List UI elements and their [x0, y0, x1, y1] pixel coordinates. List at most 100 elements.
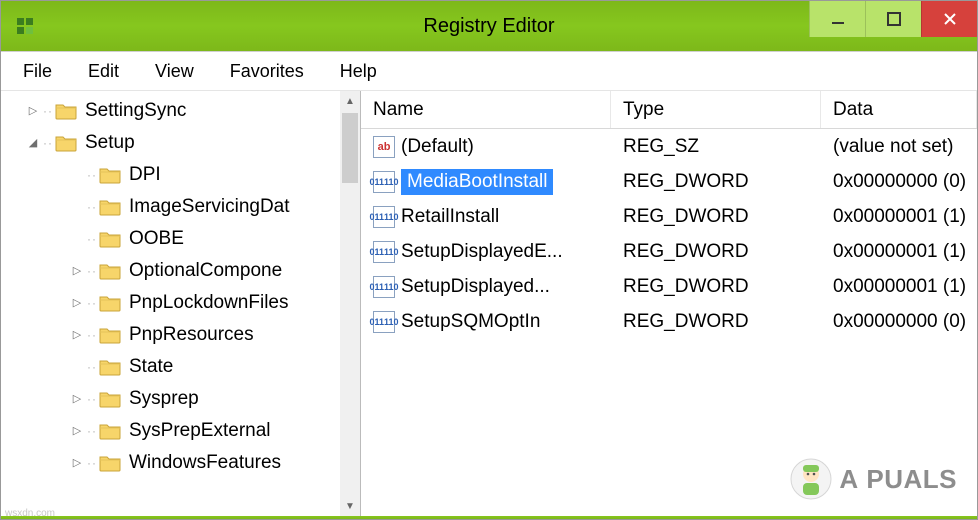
list-row[interactable]: 011110SetupDisplayed...REG_DWORD0x000000…	[361, 269, 977, 304]
tree-item-label: SysPrepExternal	[129, 415, 271, 447]
list-rows: ab(Default)REG_SZ(value not set)011110Me…	[361, 129, 977, 339]
folder-icon	[99, 166, 121, 184]
expander-closed-icon[interactable]: ▷	[69, 255, 85, 287]
folder-icon	[99, 262, 121, 280]
tree-item[interactable]: ▷·· PnpLockdownFiles	[5, 287, 360, 319]
folder-icon	[55, 102, 77, 120]
column-data[interactable]: Data	[821, 91, 977, 128]
tree-item[interactable]: ·· DPI	[5, 159, 360, 191]
column-name[interactable]: Name	[361, 91, 611, 128]
tree-item-label: DPI	[129, 159, 161, 191]
tree-panel: ▷··SettingSync◢··Setup··DPI··ImageServic…	[1, 91, 361, 516]
folder-icon	[99, 422, 121, 440]
folder-icon	[99, 294, 121, 312]
list-row[interactable]: 011110MediaBootInstallREG_DWORD0x0000000…	[361, 164, 977, 199]
tree-item[interactable]: ·· State	[5, 351, 360, 383]
tree-item[interactable]: ▷··SettingSync	[5, 95, 360, 127]
scroll-up-button[interactable]: ▲	[340, 91, 360, 111]
reg-dword-icon: 011110	[373, 276, 395, 298]
tree-item-label: PnpResources	[129, 319, 254, 351]
expander-closed-icon[interactable]: ▷	[69, 447, 85, 479]
scroll-thumb[interactable]	[342, 113, 358, 183]
value-data: 0x00000001 (1)	[821, 276, 977, 298]
list-row[interactable]: ab(Default)REG_SZ(value not set)	[361, 129, 977, 164]
menu-file[interactable]: File	[5, 53, 70, 90]
list-row[interactable]: 011110SetupSQMOptInREG_DWORD0x00000000 (…	[361, 304, 977, 339]
vertical-scrollbar[interactable]: ▲ ▼	[340, 91, 360, 516]
value-type: REG_DWORD	[611, 171, 821, 193]
menubar: File Edit View Favorites Help	[1, 51, 977, 91]
titlebar: Registry Editor	[1, 1, 977, 51]
tree-connector: ··	[85, 159, 99, 191]
main-panel: ▷··SettingSync◢··Setup··DPI··ImageServic…	[1, 91, 977, 516]
chevron-down-icon: ▼	[345, 501, 355, 512]
folder-icon	[99, 358, 121, 376]
tree-item-label: Sysprep	[129, 383, 199, 415]
folder-icon	[55, 134, 77, 152]
tree-connector: ··	[41, 127, 55, 159]
reg-dword-icon: 011110	[373, 311, 395, 333]
close-button[interactable]	[921, 1, 977, 37]
tree-connector: ··	[85, 287, 99, 319]
tree-item[interactable]: ▷·· SysPrepExternal	[5, 415, 360, 447]
expander-closed-icon[interactable]: ▷	[69, 319, 85, 351]
tree-item-label: WindowsFeatures	[129, 447, 281, 479]
scroll-down-button[interactable]: ▼	[340, 496, 360, 516]
value-type: REG_DWORD	[611, 241, 821, 263]
tree-item-label: State	[129, 351, 173, 383]
value-type: REG_DWORD	[611, 206, 821, 228]
folder-icon	[99, 390, 121, 408]
expander-closed-icon[interactable]: ▷	[69, 287, 85, 319]
value-name: (Default)	[401, 134, 474, 160]
tree-item[interactable]: ··OOBE	[5, 223, 360, 255]
tree-item[interactable]: ◢·· Setup	[5, 127, 360, 159]
tree-connector: ··	[85, 383, 99, 415]
expander-open-icon[interactable]: ◢	[25, 127, 41, 159]
chevron-up-icon: ▲	[345, 96, 355, 107]
tree-connector: ··	[85, 415, 99, 447]
expander-closed-icon[interactable]: ▷	[25, 95, 41, 127]
reg-dword-icon: 011110	[373, 206, 395, 228]
tree-item[interactable]: ▷·· Sysprep	[5, 383, 360, 415]
maximize-button[interactable]	[865, 1, 921, 37]
tree-connector: ··	[41, 95, 55, 127]
tree-connector: ··	[85, 447, 99, 479]
menu-favorites[interactable]: Favorites	[212, 53, 322, 90]
value-name: MediaBootInstall	[401, 169, 553, 195]
tree-connector: ··	[85, 351, 99, 383]
value-name: SetupSQMOptIn	[401, 309, 540, 335]
list-row[interactable]: 011110RetailInstallREG_DWORD0x00000001 (…	[361, 199, 977, 234]
tree-item[interactable]: ▷·· PnpResources	[5, 319, 360, 351]
minimize-button[interactable]	[809, 1, 865, 37]
window-controls	[809, 1, 977, 37]
list-row[interactable]: 011110SetupDisplayedE...REG_DWORD0x00000…	[361, 234, 977, 269]
regedit-icon	[13, 14, 37, 38]
tree-item-label: PnpLockdownFiles	[129, 287, 288, 319]
value-type: REG_SZ	[611, 136, 821, 158]
tree[interactable]: ▷··SettingSync◢··Setup··DPI··ImageServic…	[1, 95, 360, 479]
folder-icon	[99, 454, 121, 472]
reg-dword-icon: 011110	[373, 241, 395, 263]
tree-item-label: Setup	[85, 127, 135, 159]
tree-connector: ··	[85, 223, 99, 255]
tree-item[interactable]: ··ImageServicingDat	[5, 191, 360, 223]
tree-connector: ··	[85, 319, 99, 351]
value-type: REG_DWORD	[611, 276, 821, 298]
value-type: REG_DWORD	[611, 311, 821, 333]
menu-help[interactable]: Help	[322, 53, 395, 90]
folder-icon	[99, 198, 121, 216]
folder-icon	[99, 326, 121, 344]
menu-view[interactable]: View	[137, 53, 212, 90]
column-type[interactable]: Type	[611, 91, 821, 128]
tree-item[interactable]: ▷·· WindowsFeatures	[5, 447, 360, 479]
folder-icon	[99, 230, 121, 248]
tree-item[interactable]: ▷··OptionalCompone	[5, 255, 360, 287]
reg-sz-icon: ab	[373, 136, 395, 158]
value-data: 0x00000001 (1)	[821, 206, 977, 228]
tree-connector: ··	[85, 191, 99, 223]
expander-closed-icon[interactable]: ▷	[69, 415, 85, 447]
list-panel: Name Type Data ab(Default)REG_SZ(value n…	[361, 91, 977, 516]
expander-closed-icon[interactable]: ▷	[69, 383, 85, 415]
menu-edit[interactable]: Edit	[70, 53, 137, 90]
tree-connector: ··	[85, 255, 99, 287]
